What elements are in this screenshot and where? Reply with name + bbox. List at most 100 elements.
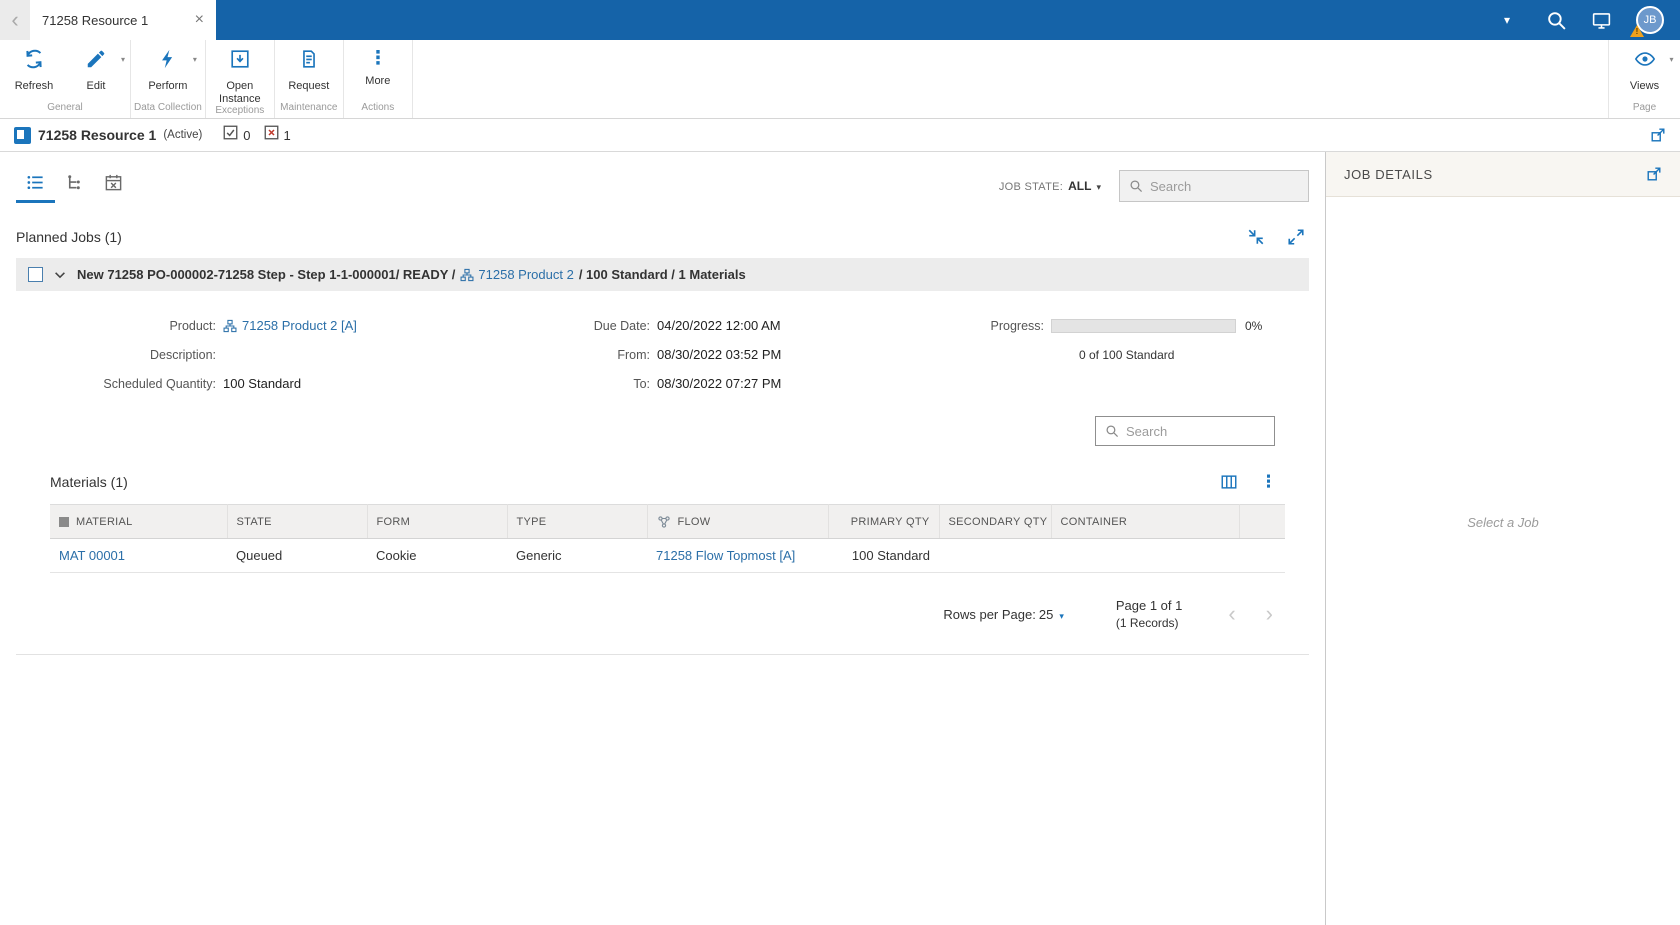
product-icon bbox=[223, 319, 237, 333]
request-label: Request bbox=[288, 80, 330, 92]
cross-square-icon bbox=[264, 125, 279, 145]
lightning-icon bbox=[157, 48, 179, 75]
product-icon bbox=[460, 268, 474, 282]
refresh-label: Refresh bbox=[14, 80, 54, 92]
job-product-link[interactable]: 71258 Product 2 bbox=[460, 267, 574, 282]
product-label: Product: bbox=[169, 318, 216, 333]
chevron-down-icon[interactable] bbox=[53, 268, 67, 282]
card-divider bbox=[16, 653, 1309, 655]
ellipsis-vertical-icon: ⋮ bbox=[368, 48, 388, 69]
more-button[interactable]: ⋮ More bbox=[347, 40, 409, 88]
popout-icon[interactable] bbox=[1650, 127, 1666, 143]
description-value bbox=[223, 346, 568, 363]
avatar[interactable]: JB ! bbox=[1630, 6, 1664, 37]
popout-icon[interactable] bbox=[1646, 166, 1662, 182]
next-page-icon[interactable]: › bbox=[1266, 603, 1273, 625]
eye-icon bbox=[1634, 48, 1656, 75]
flow-link[interactable]: 71258 Flow Topmost [A] bbox=[656, 548, 795, 563]
cell-primary-qty: 100 Standard bbox=[828, 538, 939, 573]
job-state-value: ALL bbox=[1068, 179, 1092, 193]
document-icon bbox=[298, 48, 320, 75]
tab-71258-resource-1[interactable]: 71258 Resource 1 × bbox=[30, 0, 216, 40]
ok-count: 0 bbox=[243, 127, 251, 143]
page-number: Page 1 of 1 bbox=[1115, 598, 1183, 613]
chevron-down-icon: ▾ bbox=[120, 55, 125, 64]
job-row-header[interactable]: New 71258 PO-000002-71258 Step - Step 1-… bbox=[16, 258, 1309, 291]
materials-title: Materials (1) bbox=[50, 474, 128, 490]
search-icon[interactable] bbox=[1546, 10, 1567, 31]
chevron-down-icon[interactable]: ▾ bbox=[1504, 13, 1510, 27]
records-count: (1 Records) bbox=[1115, 616, 1179, 631]
cell-container bbox=[1051, 538, 1239, 573]
column-header-container[interactable]: CONTAINER bbox=[1051, 504, 1240, 539]
close-icon[interactable]: × bbox=[195, 12, 204, 28]
cell-form: Cookie bbox=[367, 538, 507, 573]
page-title: 71258 Resource 1 bbox=[38, 127, 157, 143]
column-header-state[interactable]: STATE bbox=[227, 504, 368, 539]
progress-caption: 0 of 100 Standard bbox=[1079, 347, 1175, 362]
collapse-all-icon[interactable] bbox=[1247, 228, 1265, 246]
tab-hierarchy-view[interactable] bbox=[55, 169, 94, 203]
ribbon-group-page: ▾ Views Page bbox=[1608, 40, 1680, 118]
job-title-suffix: / 100 Standard / 1 Materials bbox=[578, 267, 746, 282]
tab-calendar-view[interactable] bbox=[94, 169, 133, 203]
views-button[interactable]: ▾ Views bbox=[1614, 40, 1676, 93]
job-checkbox[interactable] bbox=[28, 267, 43, 282]
from-label: From: bbox=[617, 347, 650, 362]
column-header-material[interactable]: MATERIAL bbox=[50, 504, 228, 539]
perform-button[interactable]: ▾ Perform bbox=[137, 40, 199, 93]
column-header-primary-qty[interactable]: PRIMARY QTY bbox=[828, 504, 940, 539]
ribbon-group-label-general: General bbox=[47, 102, 83, 113]
progress-percent: 0% bbox=[1245, 318, 1263, 333]
scheduled-qty-value: 100 Standard bbox=[223, 376, 302, 391]
ribbon-group-label-exceptions: Exceptions bbox=[215, 105, 265, 117]
refresh-button[interactable]: Refresh bbox=[3, 40, 65, 93]
expand-all-icon[interactable] bbox=[1287, 228, 1305, 246]
back-chevron-icon: ‹ bbox=[11, 7, 19, 32]
ribbon-group-label-data-collection: Data Collection bbox=[134, 102, 202, 113]
column-header-type[interactable]: TYPE bbox=[507, 504, 648, 539]
error-count-badge[interactable]: 1 bbox=[264, 125, 291, 145]
prev-page-icon[interactable]: ‹ bbox=[1228, 603, 1235, 625]
ok-count-badge[interactable]: 0 bbox=[223, 125, 251, 145]
materials-search[interactable] bbox=[1095, 416, 1275, 446]
material-link[interactable]: MAT 00001 bbox=[59, 548, 125, 563]
columns-icon[interactable] bbox=[1220, 473, 1238, 491]
open-instance-icon bbox=[229, 48, 251, 75]
flow-icon bbox=[657, 515, 671, 529]
ribbon-group-actions: ⋮ More Actions bbox=[344, 40, 413, 118]
kebab-menu-icon[interactable]: ⋮ bbox=[1260, 472, 1277, 492]
job-details-panel: JOB DETAILS Select a Job bbox=[1325, 152, 1680, 925]
column-header-form[interactable]: FORM bbox=[367, 504, 508, 539]
view-toolbar: JOB STATE: ALL ▾ bbox=[16, 168, 1309, 204]
due-date-value: 04/20/2022 12:00 AM bbox=[657, 318, 781, 333]
jobs-search-input[interactable] bbox=[1150, 178, 1299, 194]
resource-icon bbox=[14, 126, 31, 144]
search-icon bbox=[1106, 425, 1119, 438]
job-state-filter[interactable]: JOB STATE: ALL ▾ bbox=[999, 179, 1101, 193]
edit-button[interactable]: ▾ Edit bbox=[65, 40, 127, 93]
materials-search-input[interactable] bbox=[1126, 423, 1265, 439]
cell-type: Generic bbox=[507, 538, 647, 573]
column-header-flow[interactable]: FLOW bbox=[647, 504, 829, 539]
column-header-secondary-qty[interactable]: SECONDARY QTY bbox=[939, 504, 1052, 539]
back-button[interactable]: ‹ bbox=[0, 0, 30, 40]
jobs-search[interactable] bbox=[1119, 170, 1309, 202]
job-state-label: JOB STATE: bbox=[998, 181, 1064, 193]
rows-per-page-value: 25 bbox=[1038, 606, 1054, 622]
ribbon-group-label-actions: Actions bbox=[361, 102, 395, 113]
materials-table: MATERIAL STATE FORM TYPE FLOW PRIMARY QT… bbox=[50, 504, 1285, 573]
ribbon-group-label-page: Page bbox=[1632, 102, 1657, 113]
rows-per-page-select[interactable]: Rows per Page: 25 ▾ bbox=[943, 607, 1064, 622]
table-row[interactable]: MAT 00001 Queued Cookie Generic 71258 Fl… bbox=[50, 538, 1285, 573]
tab-list-view[interactable] bbox=[16, 169, 55, 203]
monitor-icon[interactable] bbox=[1591, 10, 1612, 31]
open-instance-button[interactable]: Open Instance bbox=[209, 40, 271, 105]
pencil-icon bbox=[85, 48, 107, 75]
material-icon bbox=[59, 516, 69, 527]
ribbon-group-data-collection: ▾ Perform Data Collection bbox=[131, 40, 206, 118]
request-button[interactable]: Request bbox=[278, 40, 340, 93]
chevron-down-icon: ▾ bbox=[1669, 55, 1674, 64]
product-value-link[interactable]: 71258 Product 2 [A] bbox=[223, 318, 357, 333]
planned-jobs-header: Planned Jobs (1) bbox=[16, 228, 1309, 246]
